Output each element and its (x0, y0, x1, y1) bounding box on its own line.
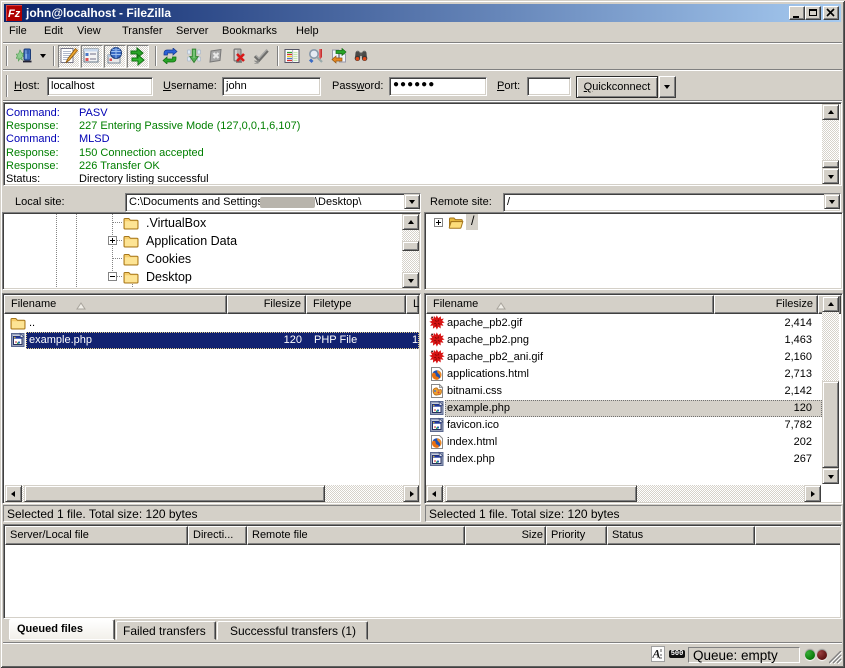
svg-text:Fz: Fz (8, 8, 21, 20)
